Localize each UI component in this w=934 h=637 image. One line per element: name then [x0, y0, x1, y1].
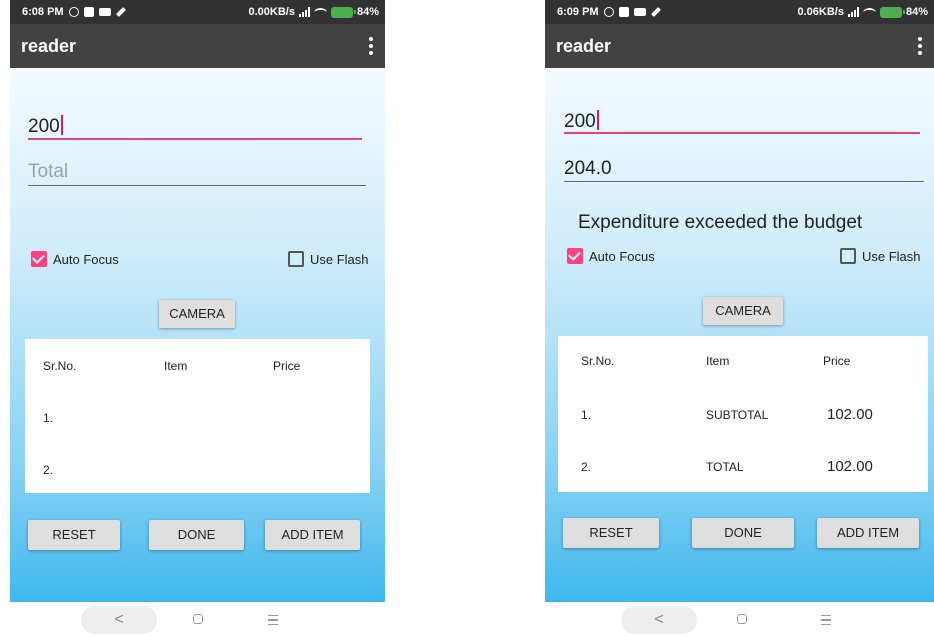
overflow-menu-icon[interactable] [918, 37, 922, 55]
camera-status-icon [98, 8, 111, 16]
overflow-menu-icon[interactable] [369, 37, 373, 55]
signal-icon [298, 7, 310, 17]
navigation-bar: < [10, 602, 385, 637]
row-1-sr-no: 1. [581, 408, 592, 422]
header-price: Price [823, 354, 851, 368]
whatsapp-icon [68, 7, 79, 17]
checkbox-unchecked-icon [840, 248, 856, 264]
row-1-price: 102.00 [827, 406, 873, 423]
status-bar: 6:08 PM 0.00KB/s 84% [10, 0, 385, 24]
battery-level: 84% [905, 6, 928, 18]
status-time: 6:09 PM [557, 6, 599, 18]
camera-status-icon [633, 8, 646, 16]
notification-icon [83, 7, 94, 17]
camera-button[interactable]: CAMERA [159, 300, 235, 328]
notification-icon [618, 7, 629, 17]
auto-focus-checkbox[interactable]: Auto Focus [567, 248, 655, 264]
header-sr-no: Sr.No. [43, 359, 77, 373]
header-item: Item [164, 359, 188, 373]
budget-input-underline [28, 138, 362, 140]
wifi-icon [862, 7, 876, 17]
total-input-underline [28, 185, 366, 186]
row-2-item: TOTAL [706, 460, 744, 474]
reset-button[interactable]: RESET [28, 520, 120, 550]
checkbox-checked-icon [31, 251, 47, 267]
wifi-icon [313, 7, 327, 17]
header-sr-no: Sr.No. [581, 354, 615, 368]
app-title: reader [556, 36, 612, 56]
pen-icon [650, 7, 661, 17]
battery-icon [879, 6, 905, 18]
back-nav-button[interactable]: < [81, 606, 157, 634]
app-title: reader [21, 36, 77, 56]
camera-button[interactable]: CAMERA [703, 297, 783, 325]
text-cursor [596, 110, 599, 130]
items-table: Sr.No. Item Price 1. SUBTOTAL 102.00 2. … [558, 336, 928, 492]
budget-input[interactable]: 200 [28, 115, 63, 138]
total-input[interactable]: 204.0 [564, 158, 612, 180]
back-nav-button[interactable]: < [621, 606, 697, 634]
network-speed: 0.06KB/s [797, 6, 844, 18]
main-content: 200 Total Auto Focus Use Flash CAMERA Sr… [10, 68, 385, 602]
total-input[interactable]: Total [28, 161, 68, 183]
left-screenshot: 6:08 PM 0.00KB/s 84% reader 200 Total Au… [10, 0, 385, 637]
checkbox-unchecked-icon [288, 251, 304, 267]
recents-nav-icon[interactable] [821, 615, 831, 625]
items-table: Sr.No. Item Price 1. 2. [25, 339, 370, 493]
done-button[interactable]: DONE [149, 520, 244, 550]
add-item-button[interactable]: ADD ITEM [265, 520, 360, 550]
pen-icon [115, 7, 126, 17]
battery-icon [330, 6, 356, 18]
home-nav-icon[interactable] [737, 614, 747, 624]
recents-nav-icon[interactable] [268, 615, 278, 625]
battery-level: 84% [356, 6, 379, 18]
main-content: 200 204.0 Expenditure exceeded the budge… [545, 68, 934, 602]
header-price: Price [273, 359, 301, 373]
budget-input-underline [564, 132, 920, 134]
total-input-underline [564, 181, 924, 182]
app-bar: reader [545, 24, 934, 68]
budget-input[interactable]: 200 [564, 110, 599, 133]
add-item-button[interactable]: ADD ITEM [817, 518, 919, 548]
signal-icon [847, 7, 859, 17]
row-2-sr-no: 2. [581, 460, 592, 474]
whatsapp-icon [603, 7, 614, 17]
budget-warning-message: Expenditure exceeded the budget [578, 212, 863, 233]
status-time: 6:08 PM [22, 6, 64, 18]
navigation-bar: < [545, 602, 934, 637]
use-flash-checkbox[interactable]: Use Flash [840, 248, 921, 264]
text-cursor [60, 115, 63, 135]
auto-focus-checkbox[interactable]: Auto Focus [31, 251, 119, 267]
row-2-price: 102.00 [827, 458, 873, 475]
use-flash-checkbox[interactable]: Use Flash [288, 251, 369, 267]
header-item: Item [706, 354, 730, 368]
app-bar: reader [10, 24, 385, 68]
network-speed: 0.00KB/s [248, 6, 295, 18]
home-nav-icon[interactable] [193, 614, 203, 624]
status-bar: 6:09 PM 0.06KB/s 84% [545, 0, 934, 24]
row-1-sr-no: 1. [43, 411, 54, 425]
reset-button[interactable]: RESET [563, 518, 659, 548]
right-screenshot: 6:09 PM 0.06KB/s 84% reader 200 204.0 Ex… [545, 0, 934, 637]
done-button[interactable]: DONE [692, 518, 794, 548]
checkbox-checked-icon [567, 248, 583, 264]
row-2-sr-no: 2. [43, 463, 54, 477]
row-1-item: SUBTOTAL [706, 408, 769, 422]
